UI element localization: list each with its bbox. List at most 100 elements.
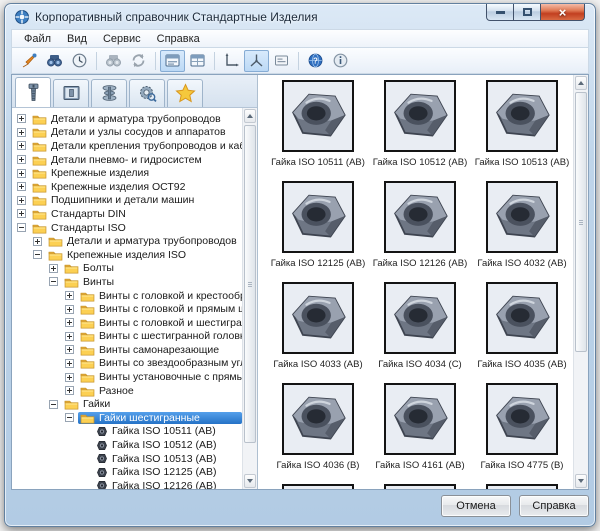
find-in-results-button[interactable] <box>101 50 126 72</box>
menu-view[interactable]: Вид <box>59 32 95 46</box>
search-button[interactable] <box>42 50 67 72</box>
tree-item[interactable]: Винты <box>15 275 242 289</box>
part-thumbnail[interactable] <box>486 282 558 354</box>
tree-item[interactable]: Подшипники и детали машин <box>15 194 242 208</box>
grid-item[interactable]: Гайка ISO 10511 (AB) <box>267 80 369 181</box>
part-thumbnail[interactable] <box>486 80 558 152</box>
tree-item[interactable]: Гайка ISO 10511 (AB) <box>15 425 242 439</box>
grid-item[interactable]: Гайка ISO 4033 (AB) <box>267 282 369 383</box>
tree-item[interactable]: Детали и узлы сосудов и аппаратов <box>15 126 242 140</box>
collapse-icon[interactable] <box>17 223 26 233</box>
expand-icon[interactable] <box>17 168 26 178</box>
expand-icon[interactable] <box>65 345 74 355</box>
tree-item[interactable]: Стандарты DIN <box>15 207 242 221</box>
minimize-button[interactable] <box>486 4 514 21</box>
tree-item-selected[interactable]: Гайки шестигранные <box>15 411 242 425</box>
tree-scrollbar[interactable] <box>242 108 257 489</box>
expand-icon[interactable] <box>17 182 26 192</box>
grid-item[interactable]: Гайка ISO 4035 (AB) <box>471 282 573 383</box>
expand-icon[interactable] <box>65 318 74 328</box>
tab-fasteners-set[interactable] <box>91 79 127 107</box>
scroll-down-icon[interactable] <box>575 474 587 488</box>
expand-icon[interactable] <box>65 358 74 368</box>
grid-item[interactable]: Гайка ISO 4032 (AB) <box>471 181 573 282</box>
tree-item[interactable]: Винты с головкой и прямым шлицем <box>15 302 242 316</box>
tree-item[interactable]: Стандарты ISO <box>15 221 242 235</box>
tree-item[interactable]: Винты со звездообразным углублением ... <box>15 357 242 371</box>
part-thumbnail[interactable] <box>282 181 354 253</box>
grid-scrollbar-thumb[interactable] <box>575 92 587 352</box>
tree-item[interactable]: Винты с шестигранной головкой <box>15 330 242 344</box>
help-button[interactable]: ? <box>303 50 328 72</box>
scroll-up-icon[interactable] <box>575 76 587 90</box>
properties-dialog-button[interactable] <box>269 50 294 72</box>
tree-item[interactable]: Крепежные изделия ОСТ92 <box>15 180 242 194</box>
grid-item[interactable]: Гайка ISO 4775 (B) <box>471 383 573 484</box>
grid-item[interactable]: Гайка ISO 12125 (AB) <box>267 181 369 282</box>
expand-icon[interactable] <box>65 291 74 301</box>
history-button[interactable] <box>67 50 92 72</box>
collapse-icon[interactable] <box>33 250 42 260</box>
part-thumbnail[interactable] <box>384 181 456 253</box>
scroll-down-icon[interactable] <box>244 474 256 488</box>
insert-button[interactable] <box>17 50 42 72</box>
expand-icon[interactable] <box>65 372 74 382</box>
tab-bolt-classifier[interactable] <box>15 77 51 107</box>
grid-item-partial[interactable] <box>471 484 573 489</box>
part-thumbnail[interactable] <box>486 383 558 455</box>
tab-gear-search[interactable] <box>129 79 165 107</box>
help-button-bottom[interactable]: Справка <box>519 495 589 517</box>
tree-item[interactable]: Детали и арматура трубопроводов <box>15 234 242 248</box>
part-thumbnail[interactable] <box>384 282 456 354</box>
expand-icon[interactable] <box>17 114 26 124</box>
grid-item[interactable]: Гайка ISO 10513 (AB) <box>471 80 573 181</box>
collapse-icon[interactable] <box>49 277 58 287</box>
scroll-up-icon[interactable] <box>244 109 256 123</box>
expand-icon[interactable] <box>49 263 58 273</box>
axes-3d-button[interactable] <box>244 49 269 72</box>
part-thumbnail[interactable] <box>384 484 456 489</box>
expand-icon[interactable] <box>17 155 26 165</box>
part-thumbnail[interactable] <box>282 80 354 152</box>
grid-item[interactable]: Гайка ISO 4034 (C) <box>369 282 471 383</box>
menu-help[interactable]: Справка <box>149 32 208 46</box>
expand-icon[interactable] <box>17 195 26 205</box>
tree-item[interactable]: Крепежные изделия ISO <box>15 248 242 262</box>
part-thumbnail[interactable] <box>282 484 354 489</box>
grid-scrollbar[interactable] <box>573 75 588 489</box>
grid-item[interactable]: Гайка ISO 10512 (AB) <box>369 80 471 181</box>
maximize-button[interactable] <box>514 4 541 21</box>
tree-item[interactable]: Разное <box>15 384 242 398</box>
tree-item[interactable]: Винты самонарезающие <box>15 343 242 357</box>
part-thumbnail[interactable] <box>282 383 354 455</box>
expand-icon[interactable] <box>33 236 42 246</box>
tree-item[interactable]: Болты <box>15 262 242 276</box>
part-thumbnail[interactable] <box>384 383 456 455</box>
tab-favorites[interactable] <box>167 79 203 107</box>
expand-icon[interactable] <box>65 386 74 396</box>
expand-icon[interactable] <box>65 304 74 314</box>
tree-item[interactable]: Гайки <box>15 397 242 411</box>
grid-item[interactable]: Гайка ISO 4161 (AB) <box>369 383 471 484</box>
grid-item-partial[interactable] <box>267 484 369 489</box>
tree-item[interactable]: Гайка ISO 10513 (AB) <box>15 452 242 466</box>
refresh-button[interactable] <box>126 50 151 72</box>
tab-catalog-book[interactable] <box>53 79 89 107</box>
grid-item[interactable]: Гайка ISO 4036 (B) <box>267 383 369 484</box>
grid-item-partial[interactable] <box>369 484 471 489</box>
tree-item[interactable]: Детали крепления трубопроводов и кабелей <box>15 139 242 153</box>
cancel-button[interactable]: Отмена <box>441 495 511 517</box>
tree-item[interactable]: Гайка ISO 12125 (AB) <box>15 465 242 479</box>
view-table-button[interactable] <box>185 50 210 72</box>
close-button[interactable]: × <box>541 4 585 21</box>
tree-scrollbar-thumb[interactable] <box>244 125 256 443</box>
tree-item[interactable]: Винты установочные с прямым шлицем ... <box>15 370 242 384</box>
part-thumbnail[interactable] <box>486 484 558 489</box>
about-button[interactable] <box>328 50 353 72</box>
part-thumbnail[interactable] <box>486 181 558 253</box>
expand-icon[interactable] <box>17 209 26 219</box>
grid-item[interactable]: Гайка ISO 12126 (AB) <box>369 181 471 282</box>
tree-item[interactable]: Винты с головкой и крестообразным шл... <box>15 289 242 303</box>
collapse-icon[interactable] <box>49 399 58 409</box>
axes-2d-button[interactable] <box>219 50 244 72</box>
